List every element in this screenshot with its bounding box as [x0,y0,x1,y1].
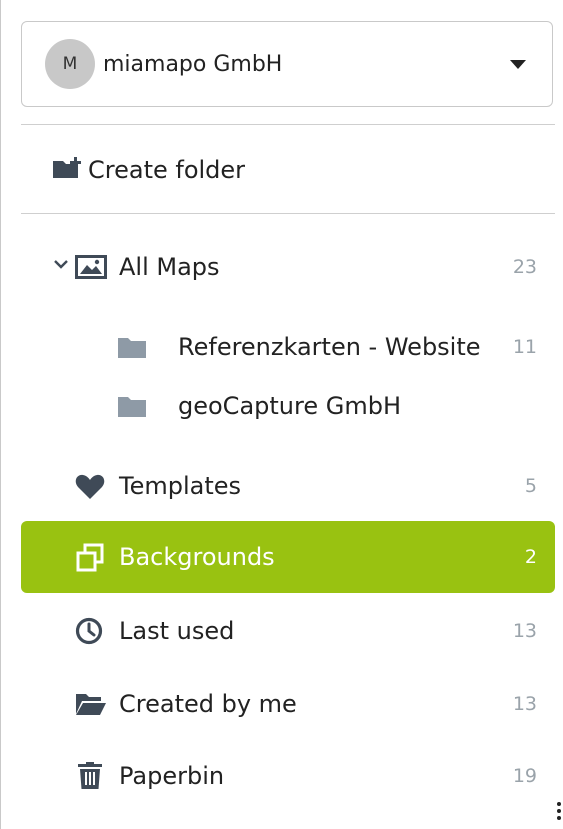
folder-label: geoCapture GmbH [178,392,401,420]
image-icon [75,255,107,279]
nav-item-templates[interactable]: Templates 5 [21,456,555,516]
item-count: 13 [512,693,537,715]
nav-label: Paperbin [119,762,225,790]
chevron-down-icon[interactable] [54,260,68,270]
folder-plus-icon [52,156,84,184]
nav-label: Last used [119,617,235,645]
caret-down-icon[interactable] [510,59,526,69]
heart-icon [75,474,105,500]
avatar: M [45,39,95,89]
divider [21,124,555,125]
create-folder-button[interactable]: Create folder [52,150,245,190]
item-count: 13 [512,620,537,642]
nav-item-paperbin[interactable]: Paperbin 19 [21,746,555,806]
left-border [0,0,1,829]
account-selector[interactable]: M miamapo GmbH [21,21,553,107]
item-count: 23 [512,256,537,278]
nav-item-created-by-me[interactable]: Created by me 13 [21,674,555,734]
nav-label: Templates [119,472,242,500]
trash-icon [77,762,103,790]
folder-label: Referenzkarten - Website [178,333,481,361]
create-folder-label: Create folder [88,156,246,184]
nav-item-all-maps[interactable]: All Maps 23 [21,237,555,297]
more-vertical-icon[interactable] [557,802,561,823]
account-name: miamapo GmbH [103,51,283,77]
nav-label: All Maps [119,253,220,281]
folder-item[interactable]: geoCapture GmbH [21,376,555,436]
nav-item-backgrounds[interactable]: Backgrounds 2 [21,521,555,593]
item-count: 2 [524,546,537,568]
item-count: 11 [512,336,537,358]
folder-item[interactable]: Referenzkarten - Website 11 [21,317,555,377]
divider [21,213,555,214]
clock-icon [75,617,103,645]
item-count: 19 [512,765,537,787]
nav-label: Backgrounds [119,543,275,571]
nav-item-last-used[interactable]: Last used 13 [21,601,555,661]
copy-icon [75,543,105,573]
nav-label: Created by me [119,690,297,718]
folder-icon [117,394,147,418]
folder-icon [117,335,147,359]
folder-open-icon [75,692,107,716]
item-count: 5 [524,475,537,497]
